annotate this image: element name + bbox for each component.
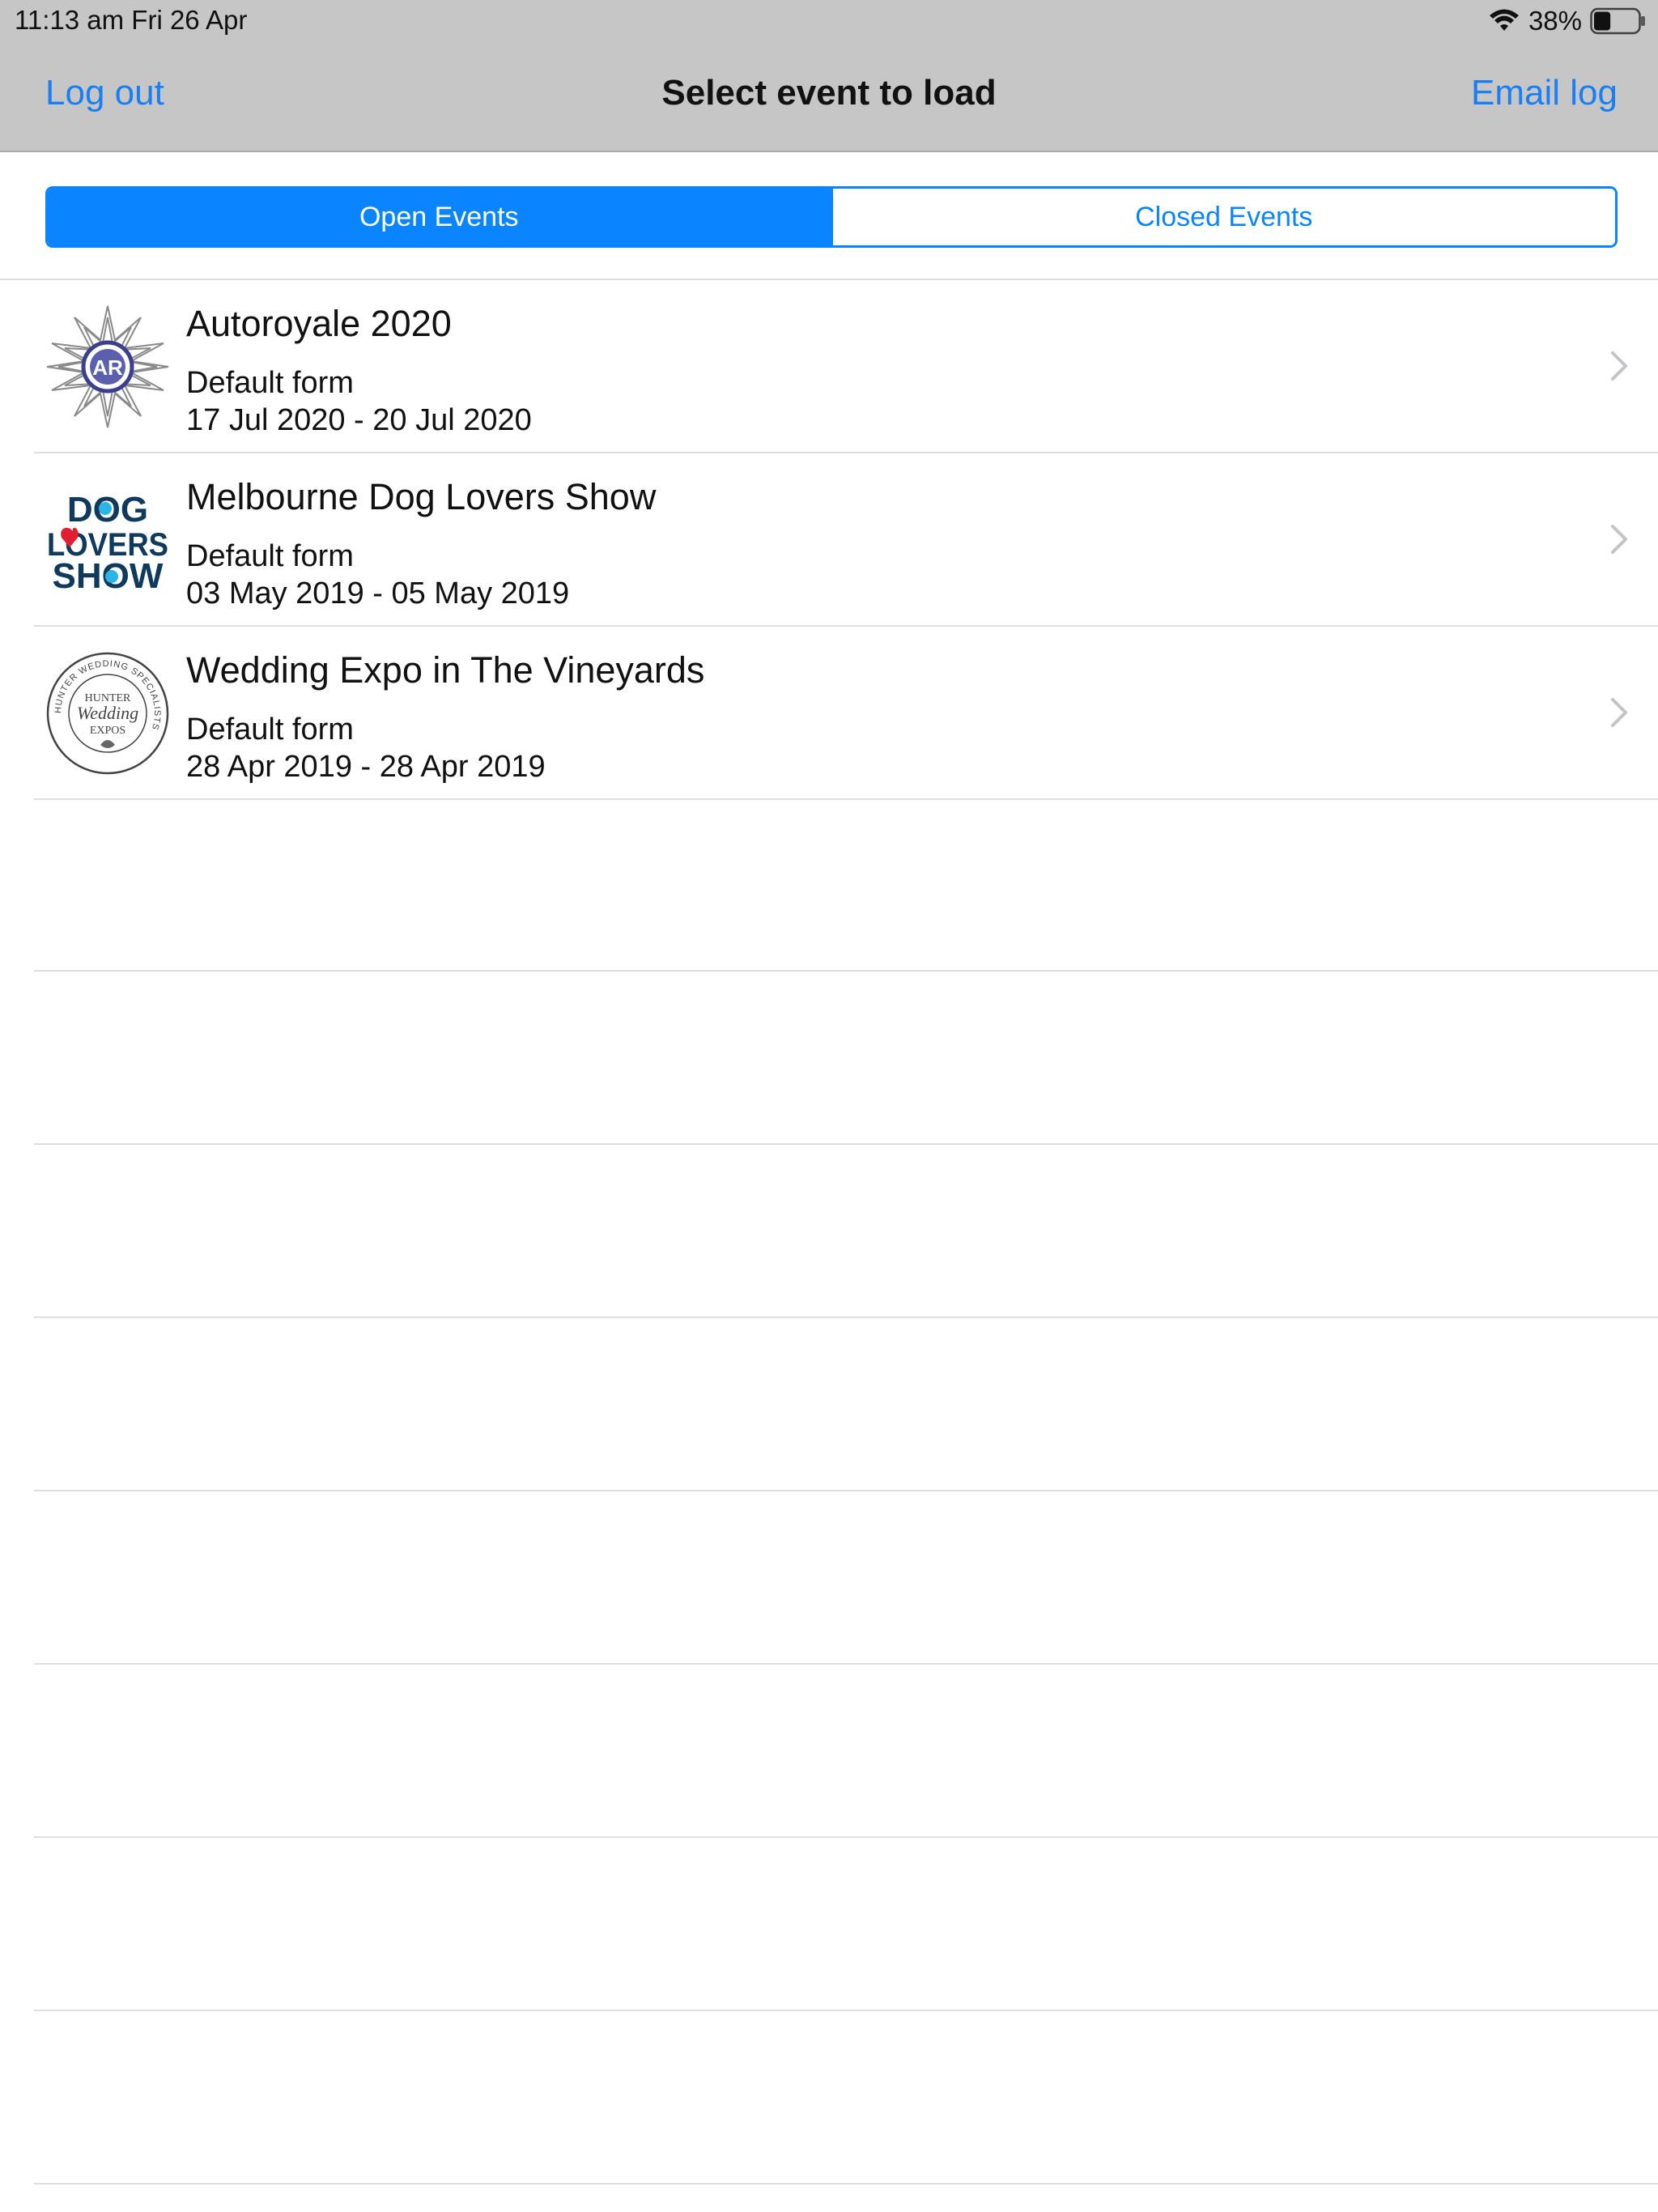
chevron-right-icon [1611,698,1627,727]
dog-lovers-show-logo-icon: DOG LOVERS SHOW [44,476,172,604]
empty-row-separator [34,1490,1658,1491]
svg-text:EXPOS: EXPOS [90,725,125,737]
empty-row-separator [34,970,1658,972]
top-bar: 11:13 am Fri 26 Apr 38% Log out Select e… [0,0,1658,152]
hunter-wedding-expos-logo-icon: HUNTER WEDDING SPECIALISTS HUNTER Weddin… [44,649,172,777]
chevron-right-icon [1611,351,1627,381]
event-row-wedding-expo[interactable]: HUNTER WEDDING SPECIALISTS HUNTER Weddin… [0,627,1658,800]
page-title: Select event to load [661,73,997,113]
events-segmented-control: Open Events Closed Events [45,186,1618,248]
empty-row-separator [34,1663,1658,1665]
battery-icon [1590,7,1645,35]
event-title: Melbourne Dog Lovers Show [186,476,657,517]
event-form: Default form [186,366,354,400]
tab-closed-events[interactable]: Closed Events [830,189,1615,245]
event-dates: 03 May 2019 - 05 May 2019 [186,576,570,610]
empty-row-separator [34,1143,1658,1145]
svg-text:Wedding: Wedding [77,703,138,723]
event-selection-screen: 11:13 am Fri 26 Apr 38% Log out Select e… [0,0,1658,2212]
row-separator [34,798,1658,800]
status-time: 11:13 am Fri 26 Apr [15,5,248,35]
event-dates: 17 Jul 2020 - 20 Jul 2020 [186,403,532,437]
event-form: Default form [186,539,354,573]
chevron-right-icon [1611,525,1627,554]
wifi-icon [1489,9,1519,31]
battery-percent: 38% [1528,6,1582,36]
empty-row-separator [34,1836,1658,1838]
event-row-autoroyale[interactable]: AR Autoroyale 2020 Default form 17 Jul 2… [0,280,1658,453]
empty-row-separator [34,2183,1658,2184]
autoroyale-logo-icon: AR [44,303,172,431]
event-dates: 28 Apr 2019 - 28 Apr 2019 [186,750,546,784]
svg-text:AR: AR [92,355,123,380]
status-indicators: 38% [1488,5,1647,37]
empty-row-separator [34,2010,1658,2011]
event-title: Autoroyale 2020 [186,303,452,344]
event-form: Default form [186,713,354,747]
tab-open-events[interactable]: Open Events [48,189,831,245]
event-title: Wedding Expo in The Vineyards [186,649,705,691]
event-row-dog-lovers[interactable]: DOG LOVERS SHOW Melbourne Dog Lovers Sho… [0,453,1658,627]
empty-row-separator [34,1317,1658,1318]
email-log-button[interactable]: Email log [1471,73,1618,113]
